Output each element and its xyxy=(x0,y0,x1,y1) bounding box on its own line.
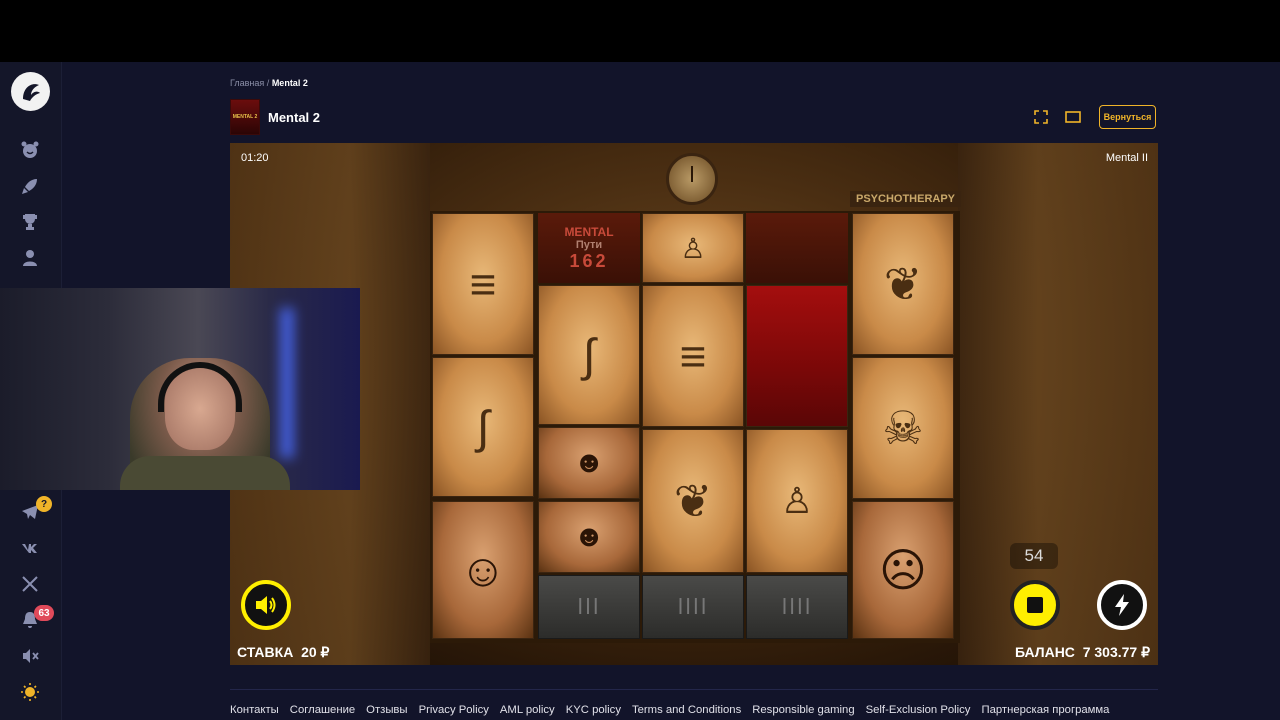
balance-value: 7 303.77 ₽ xyxy=(1082,644,1150,660)
stake-display: СТАВКА 20 ₽ xyxy=(237,644,329,661)
stake-value: 20 ₽ xyxy=(301,644,330,660)
symbol-skull-curled-icon: ❦ xyxy=(852,213,954,355)
webcam-rgb-light xyxy=(280,308,294,458)
tally-plate: ǀǀǀǀ xyxy=(642,575,744,639)
lightning-icon xyxy=(1115,594,1129,616)
balance-display: БАЛАНС 7 303.77 ₽ xyxy=(1015,644,1150,661)
footer-link-privacy[interactable]: Privacy Policy xyxy=(419,704,489,716)
symbol-skull-curled-icon: ❦ xyxy=(642,429,744,573)
rocket-icon[interactable] xyxy=(18,174,42,198)
footer-link-partners[interactable]: Партнерская программа xyxy=(981,704,1109,716)
footer-link-responsible[interactable]: Responsible gaming xyxy=(752,704,854,716)
mental-label: MENTAL xyxy=(564,224,614,239)
symbol-girl-face-icon: ☺ xyxy=(432,501,534,639)
breadcrumb-home[interactable]: Главная xyxy=(230,78,264,88)
user-icon[interactable] xyxy=(18,246,42,270)
game-thumbnail-text: MENTAL 2 xyxy=(232,114,258,120)
reels-grid: ≡ ∫ ☺ MENTAL Пути 162 ∫ ☻ ☻ ǀǀǀ ♙ ≡ ❦ ǀǀ… xyxy=(430,211,960,643)
ways-value: 162 xyxy=(569,250,609,271)
game-header: MENTAL 2 Mental 2 xyxy=(230,99,321,135)
footer-link-terms[interactable]: Terms and Conditions xyxy=(632,704,741,716)
stop-button[interactable] xyxy=(1010,580,1060,630)
back-button[interactable]: Вернуться xyxy=(1099,105,1156,129)
x-icon[interactable] xyxy=(18,572,42,596)
psychotherapy-label: PSYCHOTHERAPY xyxy=(850,191,962,207)
logo-icon[interactable] xyxy=(11,72,50,111)
ways-hole-panel xyxy=(746,213,848,283)
session-timer: 01:20 xyxy=(241,152,269,164)
footer-link-contacts[interactable]: Контакты xyxy=(230,704,279,716)
symbol-ribcage-icon: ≡ xyxy=(642,285,744,427)
trophy-icon[interactable] xyxy=(18,210,42,234)
footer-link-reviews[interactable]: Отзывы xyxy=(366,704,407,716)
footer-link-self-exclusion[interactable]: Self-Exclusion Policy xyxy=(866,704,971,716)
symbol-spine-icon: ∫ xyxy=(432,357,534,497)
symbol-foot-icon: ♙ xyxy=(642,213,744,283)
symbol-spine-icon: ∫ xyxy=(538,285,640,425)
webcam-overlay xyxy=(0,288,360,490)
game-provider-name: Mental II xyxy=(1105,152,1148,164)
footer-link-kyc[interactable]: KYC policy xyxy=(566,704,621,716)
tally-plate: ǀǀǀǀ xyxy=(746,575,848,639)
webcam-shirt xyxy=(120,456,290,490)
ways-label: Пути xyxy=(575,238,603,251)
smile-icon[interactable] xyxy=(18,138,42,162)
spin-counter: 54 xyxy=(1010,543,1058,569)
stake-label: СТАВКА xyxy=(237,644,294,660)
symbol-ribcage-icon: ≡ xyxy=(432,213,534,355)
top-black-bar xyxy=(0,0,1280,62)
footer-link-aml[interactable]: AML policy xyxy=(500,704,555,716)
fullscreen-icon[interactable] xyxy=(1034,110,1048,129)
symbol-girl-face-icon: ☹ xyxy=(852,501,954,639)
tally-plate: ǀǀǀ xyxy=(538,575,640,639)
vk-icon[interactable] xyxy=(18,536,42,560)
game-thumbnail: MENTAL 2 xyxy=(230,99,260,135)
theater-mode-icon[interactable] xyxy=(1065,110,1081,129)
mute-icon[interactable] xyxy=(18,644,42,668)
sound-button[interactable] xyxy=(241,580,291,630)
symbol-mummy-face-icon: ☻ xyxy=(538,427,640,499)
breadcrumb-separator: / xyxy=(266,78,270,88)
speaker-icon xyxy=(256,596,276,614)
game-canvas[interactable]: 01:20 Mental II PSYCHOTHERAPY ≡ ∫ ☺ MENT… xyxy=(230,143,1158,665)
breadcrumb-current: Mental 2 xyxy=(271,78,308,88)
notification-badge: 63 xyxy=(34,605,54,621)
balance-label: БАЛАНС xyxy=(1014,644,1075,660)
page-title: Mental 2 xyxy=(268,109,321,125)
help-badge: ? xyxy=(36,496,52,512)
sun-icon[interactable] xyxy=(18,680,42,704)
symbol-mummy-face-icon: ☻ xyxy=(538,501,640,573)
ways-panel: MENTAL Пути 162 xyxy=(538,213,640,283)
symbol-blood-wild-icon xyxy=(746,285,848,427)
symbol-skull-icon: ☠ xyxy=(852,357,954,499)
footer-link-agreement[interactable]: Соглашение xyxy=(290,704,355,716)
symbol-foot-icon: ♙ xyxy=(746,429,848,573)
breadcrumb: Главная / Mental 2 xyxy=(230,78,308,88)
footer-divider xyxy=(230,689,1158,690)
clock-icon xyxy=(666,153,718,205)
turbo-button[interactable] xyxy=(1097,580,1147,630)
stop-icon xyxy=(1027,597,1043,613)
footer-links: Контакты Соглашение Отзывы Privacy Polic… xyxy=(230,704,1109,716)
